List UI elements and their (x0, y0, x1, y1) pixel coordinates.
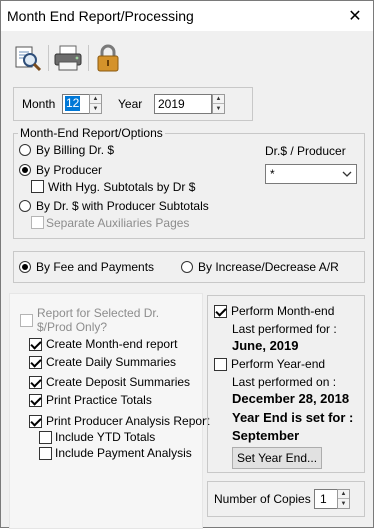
month-end-date: June, 2019 (232, 338, 299, 353)
perform-month-end-checkbox[interactable] (214, 305, 227, 318)
by-dr-producer-label: By Dr. $ with Producer Subtotals (36, 199, 209, 213)
month-end-report-checkbox[interactable] (29, 338, 42, 351)
separate-aux-label: Separate Auxiliaries Pages (46, 216, 190, 230)
set-year-end-button[interactable]: Set Year End... (232, 447, 322, 469)
increase-decrease-label: By Increase/Decrease A/R (198, 260, 339, 274)
chevron-down-icon (342, 171, 352, 177)
fee-payments-label: By Fee and Payments (36, 260, 155, 274)
perform-month-end-label: Perform Month-end (231, 304, 335, 318)
practice-totals-checkbox[interactable] (29, 394, 42, 407)
fee-payments-radio[interactable] (19, 261, 31, 273)
deposit-summaries-label: Create Deposit Summaries (46, 375, 191, 389)
year-spinner[interactable]: ▲ ▼ (212, 94, 225, 114)
dr-producer-value: * (270, 167, 275, 181)
daily-summaries-label: Create Daily Summaries (46, 355, 177, 369)
producer-analysis-label: Print Producer Analysis Report (46, 414, 210, 428)
month-label: Month (22, 97, 56, 111)
year-input[interactable]: 2019 (154, 94, 212, 114)
toolbar-separator (48, 45, 49, 71)
last-performed-for-label: Last performed for : (232, 322, 337, 336)
perform-year-end-label: Perform Year-end (231, 357, 326, 371)
month-input[interactable]: 12 (62, 94, 90, 114)
dr-producer-select[interactable]: * (265, 164, 357, 184)
by-producer-label: By Producer (36, 163, 103, 177)
close-icon[interactable]: ✕ (345, 6, 365, 26)
year-label: Year (118, 97, 143, 111)
daily-summaries-checkbox[interactable] (29, 356, 42, 369)
payment-analysis-checkbox[interactable] (39, 447, 52, 460)
lock-icon[interactable] (93, 43, 123, 73)
deposit-summaries-checkbox[interactable] (29, 376, 42, 389)
copies-input[interactable]: 1 (314, 489, 338, 509)
by-billing-label: By Billing Dr. $ (36, 143, 115, 157)
month-spinner[interactable]: ▲ ▼ (89, 94, 102, 114)
year-value: 2019 (158, 97, 185, 111)
by-producer-radio[interactable] (19, 164, 31, 176)
processing-group: Perform Month-end Last performed for : J… (207, 295, 365, 473)
period-group: Month 12 ▲ ▼ Year 2019 ▲ ▼ (13, 87, 253, 121)
month-end-report-label: Create Month-end report (46, 337, 178, 351)
ytd-totals-label: Include YTD Totals (55, 430, 156, 444)
hyg-subtotals-checkbox[interactable] (31, 180, 44, 193)
hyg-subtotals-label: With Hyg. Subtotals by Dr $ (48, 180, 196, 194)
last-performed-on-label: Last performed on : (232, 375, 337, 389)
selected-only-checkbox[interactable] (20, 314, 33, 327)
copies-value: 1 (320, 492, 327, 506)
selected-only-label: Report for Selected Dr. $/Prod Only? (37, 306, 160, 334)
copies-group: Number of Copies 1 ▲ ▼ (207, 481, 365, 517)
practice-totals-label: Print Practice Totals (46, 393, 152, 407)
basis-group: By Fee and Payments By Increase/Decrease… (13, 251, 365, 283)
window-title: Month End Report/Processing (7, 8, 194, 24)
payment-analysis-label: Include Payment Analysis (55, 446, 192, 460)
year-end-month: September (232, 428, 300, 443)
report-options-group: Month-End Report/Options By Billing Dr. … (13, 126, 365, 239)
month-end-window: Month End Report/Processing ✕ Month 12 ▲… (0, 0, 374, 529)
month-value: 12 (65, 96, 81, 111)
by-billing-radio[interactable] (19, 144, 31, 156)
by-dr-producer-radio[interactable] (19, 200, 31, 212)
increase-decrease-radio[interactable] (181, 261, 193, 273)
year-end-date: December 28, 2018 (232, 391, 350, 406)
reports-panel: Report for Selected Dr. $/Prod Only? Cre… (9, 293, 209, 529)
separate-aux-checkbox[interactable] (31, 216, 44, 229)
toolbar-separator (88, 45, 89, 71)
copies-label: Number of Copies (214, 492, 311, 506)
preview-icon[interactable] (13, 43, 43, 73)
perform-year-end-checkbox[interactable] (214, 358, 227, 371)
year-end-set-for-label: Year End is set for : (232, 410, 354, 425)
report-options-legend: Month-End Report/Options (18, 126, 165, 140)
dr-producer-label: Dr.$ / Producer (265, 144, 346, 158)
printer-icon[interactable] (53, 43, 83, 73)
copies-spinner[interactable]: ▲ ▼ (337, 489, 350, 509)
ytd-totals-checkbox[interactable] (39, 431, 52, 444)
title-bar: Month End Report/Processing ✕ (1, 1, 373, 31)
producer-analysis-checkbox[interactable] (29, 415, 42, 428)
